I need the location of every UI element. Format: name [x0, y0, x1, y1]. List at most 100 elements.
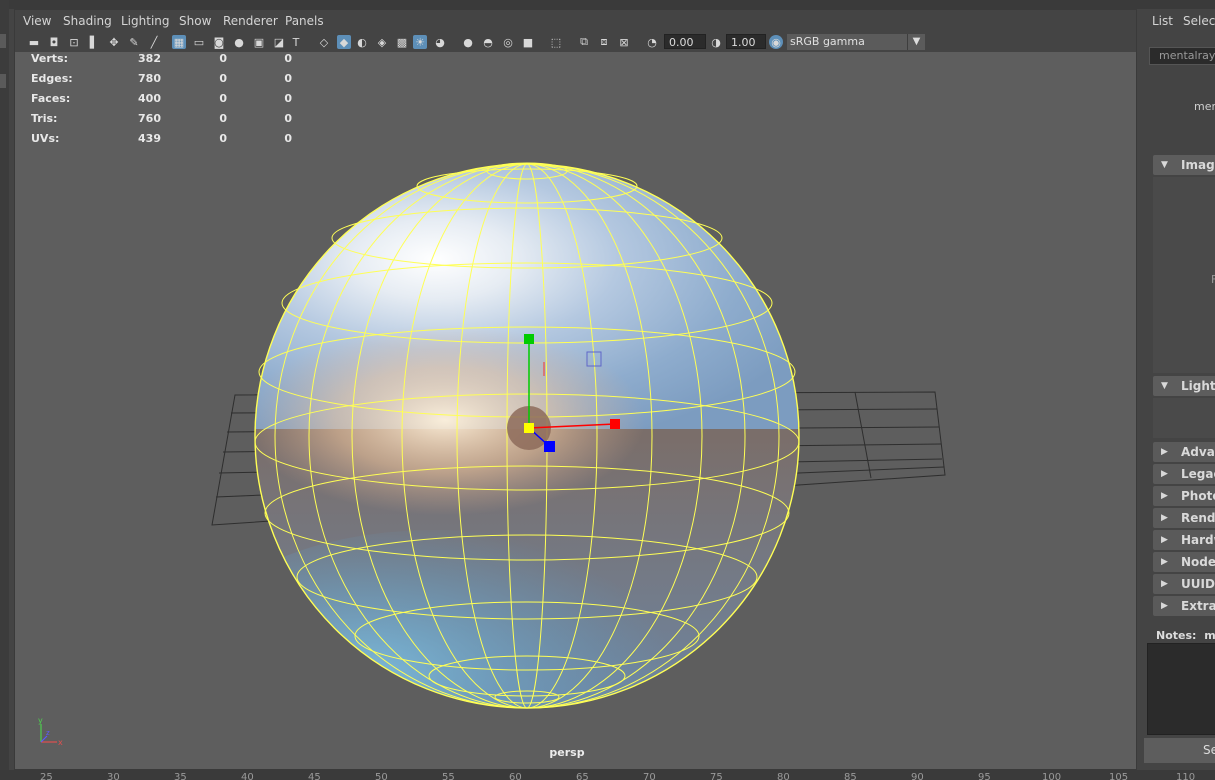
- menu-view[interactable]: View: [23, 14, 51, 28]
- camera-name-label: persp: [549, 746, 585, 759]
- smooth-shade-icon[interactable]: ◆: [337, 35, 351, 49]
- section-advanced[interactable]: ▶ Advanced: [1153, 442, 1215, 462]
- axis-y-label: y: [38, 716, 43, 725]
- chevron-down-icon[interactable]: ▼: [907, 34, 925, 50]
- section-render-stats[interactable]: ▶ Render Stats: [1153, 508, 1215, 528]
- section-node-behavior[interactable]: ▶ Node Behavior: [1153, 552, 1215, 572]
- textured-icon[interactable]: ▩: [395, 35, 409, 49]
- film-gate-icon[interactable]: ▭: [192, 35, 206, 49]
- select-camera-icon[interactable]: ▬: [27, 35, 41, 49]
- triangle-down-icon: ▼: [1161, 160, 1168, 170]
- xray-components-icon[interactable]: ⊠: [617, 35, 631, 49]
- ruler-tick: 90: [911, 772, 924, 780]
- screen-space-ao-icon[interactable]: ●: [461, 35, 475, 49]
- center-handle[interactable]: [524, 423, 534, 433]
- xray-icon[interactable]: ⧉: [577, 35, 591, 49]
- window-top-edge: [0, 0, 1215, 9]
- z-axis-handle[interactable]: [544, 441, 555, 452]
- gamma-field[interactable]: 1.00: [726, 34, 766, 49]
- depth-of-field-icon[interactable]: ■: [521, 35, 535, 49]
- ruler-tick: 50: [375, 772, 388, 780]
- color-management-icon[interactable]: ◉: [769, 35, 783, 49]
- ruler-tick: 55: [442, 772, 455, 780]
- view-axis-indicator: y x z: [35, 714, 75, 752]
- section-light-emission-body: [1153, 398, 1215, 438]
- menu-lighting[interactable]: Lighting: [121, 14, 170, 28]
- ruler-tick: 100: [1042, 772, 1062, 780]
- grease-pencil-icon[interactable]: ✎: [127, 35, 141, 49]
- use-all-lights-icon[interactable]: ☀: [413, 35, 427, 49]
- ruler-tick: 110: [1176, 772, 1196, 780]
- resolution-gate-icon[interactable]: ◙: [212, 35, 226, 49]
- section-image-body: F: [1153, 177, 1215, 373]
- pencil-icon[interactable]: ╱: [147, 35, 161, 49]
- menu-list[interactable]: List: [1152, 14, 1173, 28]
- bookmark-icon[interactable]: ⊡: [67, 35, 81, 49]
- default-material-icon[interactable]: ◐: [355, 35, 369, 49]
- exposure-icon[interactable]: ◔: [645, 35, 659, 49]
- timeline-ruler[interactable]: 25 30 35 40 45 50 55 60 65 70 75 80 85 9…: [0, 770, 1215, 780]
- toolbox-handle[interactable]: [0, 34, 6, 48]
- triangle-down-icon: ▼: [1161, 381, 1168, 391]
- triangle-right-icon: ▶: [1161, 557, 1168, 567]
- menu-shading[interactable]: Shading: [63, 14, 112, 28]
- axis-z-label: z: [46, 729, 50, 737]
- menu-panels[interactable]: Panels: [285, 14, 324, 28]
- x-axis-handle[interactable]: [610, 419, 620, 429]
- section-uuid[interactable]: ▶ UUID: [1153, 574, 1215, 594]
- triangle-right-icon: ▶: [1161, 447, 1168, 457]
- field-chart-icon[interactable]: ▣: [252, 35, 266, 49]
- viewport-panel[interactable]: View Shading Lighting Show Renderer Pane…: [14, 9, 1137, 770]
- multisample-aa-icon[interactable]: ◎: [501, 35, 515, 49]
- ruler-tick: 30: [107, 772, 120, 780]
- scene-canvas[interactable]: [15, 10, 1137, 770]
- image-plane-icon[interactable]: ▌: [87, 35, 101, 49]
- notes-label: Notes: mentalrayIbl: [1156, 629, 1215, 642]
- xray-joints-icon[interactable]: ⧈: [597, 35, 611, 49]
- section-extra-attributes[interactable]: ▶ Extra Attributes: [1153, 596, 1215, 616]
- notes-node-name: mentalrayIbl: [1204, 629, 1215, 642]
- notes-textarea[interactable]: [1147, 643, 1215, 735]
- exposure-field[interactable]: 0.00: [664, 34, 706, 49]
- node-name-field[interactable]: mentalrayIbl: [1149, 47, 1215, 65]
- toolbox-handle[interactable]: [0, 74, 6, 88]
- safe-title-icon[interactable]: T: [289, 35, 303, 49]
- ruler-tick: 105: [1109, 772, 1129, 780]
- section-photon[interactable]: ▶ Photon: [1153, 486, 1215, 506]
- scene-view[interactable]: [15, 10, 1137, 770]
- left-toolbox-strip: [0, 0, 9, 780]
- image-attr-label: F: [1211, 273, 1215, 286]
- section-light-emission[interactable]: ▼ Light Emission: [1153, 376, 1215, 396]
- menu-renderer[interactable]: Renderer: [223, 14, 278, 28]
- triangle-right-icon: ▶: [1161, 579, 1168, 589]
- ruler-tick: 25: [40, 772, 53, 780]
- wireframe-on-shaded-icon[interactable]: ◈: [375, 35, 389, 49]
- isolate-select-icon[interactable]: ⬚: [549, 35, 563, 49]
- select-button[interactable]: Select: [1144, 738, 1215, 763]
- attribute-editor-panel: List Selected mentalrayIbl mentalrayIbl …: [1142, 9, 1215, 780]
- triangle-right-icon: ▶: [1161, 491, 1168, 501]
- triangle-right-icon: ▶: [1161, 513, 1168, 523]
- viewport-menubar: View Shading Lighting Show Renderer Pane…: [15, 10, 1136, 32]
- section-legacy[interactable]: ▶ Legacy: [1153, 464, 1215, 484]
- ruler-tick: 45: [308, 772, 321, 780]
- grid-icon[interactable]: ▦: [172, 35, 186, 49]
- ruler-tick: 70: [643, 772, 656, 780]
- gamma-icon[interactable]: ◑: [709, 35, 723, 49]
- section-hardware[interactable]: ▶ Hardware: [1153, 530, 1215, 550]
- 2d-pan-zoom-icon[interactable]: ✥: [107, 35, 121, 49]
- safe-action-icon[interactable]: ◪: [272, 35, 286, 49]
- camera-attributes-icon[interactable]: ◘: [47, 35, 61, 49]
- gate-mask-icon[interactable]: ●: [232, 35, 246, 49]
- section-image[interactable]: ▼ Image: [1153, 155, 1215, 175]
- color-space-dropdown[interactable]: sRGB gamma: [787, 34, 925, 50]
- wireframe-icon[interactable]: ◇: [317, 35, 331, 49]
- axis-x-label: x: [58, 738, 63, 747]
- y-axis-handle[interactable]: [524, 334, 534, 344]
- menu-show[interactable]: Show: [179, 14, 211, 28]
- shadows-icon[interactable]: ◕: [433, 35, 447, 49]
- motion-blur-icon[interactable]: ◓: [481, 35, 495, 49]
- ruler-tick: 75: [710, 772, 723, 780]
- ruler-tick: 65: [576, 772, 589, 780]
- menu-selected[interactable]: Selected: [1183, 14, 1215, 28]
